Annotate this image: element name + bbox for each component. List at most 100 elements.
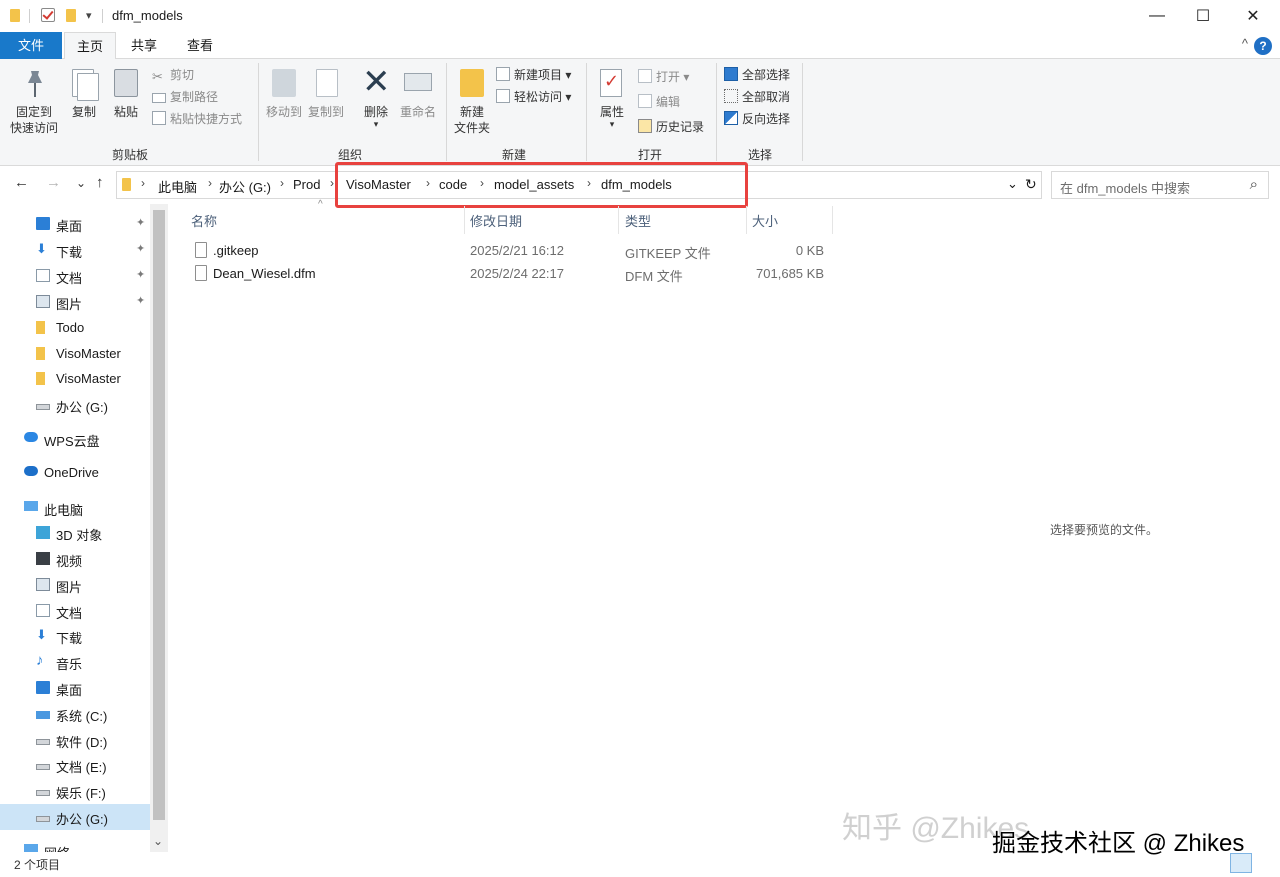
history-button[interactable]: 历史记录 <box>638 117 704 137</box>
file-size: 701,685 KB <box>756 266 824 281</box>
invert-selection-label: 反向选择 <box>742 112 791 126</box>
nav-item[interactable]: 文档 (E:) <box>0 752 150 778</box>
nav-item[interactable]: ⬇ 下载 <box>0 623 150 649</box>
column-header-size[interactable]: 大小 <box>752 211 778 230</box>
column-divider[interactable] <box>618 206 619 234</box>
tab-view[interactable]: 查看 <box>176 32 224 59</box>
breadcrumb-prod[interactable]: Prod <box>293 177 320 192</box>
delete-button[interactable]: 删除 ▾ <box>356 104 396 129</box>
column-divider[interactable] <box>746 206 747 234</box>
column-header-modified[interactable]: 修改日期 <box>470 211 522 230</box>
move-to-icon <box>272 69 296 97</box>
tab-home[interactable]: 主页 <box>64 32 116 60</box>
collapse-ribbon-icon[interactable]: ^ <box>1242 36 1248 51</box>
column-header-name[interactable]: 名称 <box>191 211 217 230</box>
edit-icon <box>638 94 652 108</box>
new-folder-button[interactable]: 新建 文件夹 <box>450 104 494 136</box>
breadcrumb-code[interactable]: code <box>439 177 467 192</box>
nav-item[interactable]: 网络 <box>0 838 150 852</box>
address-bar[interactable]: › 此电脑 › 办公 (G:) › Prod › VisoMaster › co… <box>116 171 1042 199</box>
file-icon <box>195 242 207 258</box>
nav-item[interactable]: OneDrive <box>0 460 150 486</box>
breadcrumb-this-pc[interactable]: 此电脑 <box>158 177 197 196</box>
nav-item[interactable]: Todo <box>0 315 150 341</box>
invert-selection-button[interactable]: 反向选择 <box>724 109 790 129</box>
open-button[interactable]: 打开 ▾ <box>638 67 689 87</box>
help-icon[interactable]: ? <box>1254 37 1272 55</box>
close-button[interactable]: ✕ <box>1230 0 1276 32</box>
edit-button[interactable]: 编辑 <box>638 92 680 112</box>
nav-item[interactable]: VisoMaster <box>0 341 150 367</box>
nav-item[interactable]: 办公 (G:) <box>0 392 150 418</box>
breadcrumb-drive-g[interactable]: 办公 (G:) <box>219 177 271 196</box>
nav-item[interactable]: 系统 (C:) <box>0 701 150 727</box>
pin-to-quick-access-button[interactable]: 固定到 快速访问 <box>8 104 60 136</box>
copy-path-label: 复制路径 <box>170 90 219 104</box>
nav-item-label: 下载 <box>56 245 83 260</box>
nav-item[interactable]: WPS云盘 <box>0 426 150 452</box>
rename-icon <box>404 73 432 91</box>
copy-button[interactable]: 复制 <box>64 104 104 120</box>
pin-icon: ✦ <box>136 295 146 307</box>
new-folder-icon[interactable] <box>66 9 76 22</box>
breadcrumb-separator: › <box>330 176 334 190</box>
paste-shortcut-button[interactable]: 粘贴快捷方式 <box>152 109 242 129</box>
rename-button[interactable]: 重命名 <box>396 104 440 120</box>
copy-path-button[interactable]: 复制路径 <box>152 87 218 107</box>
qat-dropdown-icon[interactable]: ▾ <box>86 9 92 22</box>
nav-item[interactable]: 文档 ✦ <box>0 263 150 289</box>
back-button[interactable]: ← <box>14 174 29 191</box>
cut-button[interactable]: ✂ 剪切 <box>152 65 194 85</box>
nav-item[interactable]: 桌面 <box>0 675 150 701</box>
drive-icon <box>36 790 50 796</box>
column-header-type[interactable]: 类型 <box>625 211 651 230</box>
nav-item[interactable]: 图片 <box>0 572 150 598</box>
nav-item[interactable]: ⬇ 下载 ✦ <box>0 237 150 263</box>
address-dropdown-button[interactable]: ⌄ <box>1007 176 1018 192</box>
properties-check-icon[interactable] <box>41 8 55 22</box>
breadcrumb-visomaster[interactable]: VisoMaster <box>346 177 411 192</box>
forward-button[interactable]: → <box>46 174 61 191</box>
nav-item[interactable]: 娱乐 (F:) <box>0 778 150 804</box>
file-row[interactable]: Dean_Wiesel.dfm 2025/2/24 22:17 DFM 文件 7… <box>190 263 830 285</box>
easy-access-button[interactable]: 轻松访问 ▾ <box>496 87 571 107</box>
move-to-button[interactable]: 移动到 <box>262 104 306 120</box>
paste-button[interactable]: 粘贴 <box>106 104 146 120</box>
column-divider[interactable] <box>832 206 833 234</box>
nav-item[interactable]: VisoMaster <box>0 366 150 392</box>
nav-item-label: 图片 <box>56 297 83 312</box>
nav-item[interactable]: 图片 ✦ <box>0 289 150 315</box>
tab-file[interactable]: 文件 <box>0 32 62 59</box>
nav-item[interactable]: ♪ 音乐 <box>0 649 150 675</box>
copy-to-button[interactable]: 复制到 <box>304 104 348 120</box>
nav-scrollbar-thumb[interactable] <box>153 210 165 820</box>
new-item-button[interactable]: 新建项目 ▾ <box>496 65 571 85</box>
videos-icon <box>36 552 50 565</box>
nav-item[interactable]: 软件 (D:) <box>0 727 150 753</box>
scroll-down-icon[interactable]: ⌄ <box>153 834 163 848</box>
search-box[interactable]: 在 dfm_models 中搜索 ⌕ <box>1051 171 1269 199</box>
nav-item[interactable]: 3D 对象 <box>0 520 150 546</box>
file-type: GITKEEP 文件 <box>625 246 711 261</box>
nav-item[interactable]: 此电脑 <box>0 495 150 521</box>
large-icons-view-icon[interactable] <box>1254 853 1276 873</box>
breadcrumb-model-assets[interactable]: model_assets <box>494 177 574 192</box>
nav-item[interactable]: 视频 <box>0 546 150 572</box>
breadcrumb-dfm-models[interactable]: dfm_models <box>601 177 672 192</box>
nav-item[interactable]: 桌面 ✦ <box>0 211 150 237</box>
select-all-button[interactable]: 全部选择 <box>724 65 790 85</box>
properties-button[interactable]: 属性 ▾ <box>592 104 632 129</box>
up-button[interactable]: ↑ <box>96 174 104 191</box>
file-row[interactable]: .gitkeep 2025/2/21 16:12 GITKEEP 文件 0 KB <box>190 240 830 262</box>
refresh-button[interactable]: ↻ <box>1025 176 1037 193</box>
maximize-button[interactable]: ☐ <box>1180 0 1226 32</box>
pictures-icon <box>36 578 50 591</box>
details-view-icon[interactable] <box>1230 853 1252 873</box>
recent-locations-button[interactable]: ⌄ <box>76 176 86 190</box>
minimize-button[interactable]: — <box>1134 0 1180 32</box>
select-none-button[interactable]: 全部取消 <box>724 87 790 107</box>
tab-share[interactable]: 共享 <box>120 32 168 59</box>
nav-item[interactable]: 办公 (G:) <box>0 804 150 830</box>
nav-item[interactable]: 文档 <box>0 598 150 624</box>
column-divider[interactable] <box>464 206 465 234</box>
